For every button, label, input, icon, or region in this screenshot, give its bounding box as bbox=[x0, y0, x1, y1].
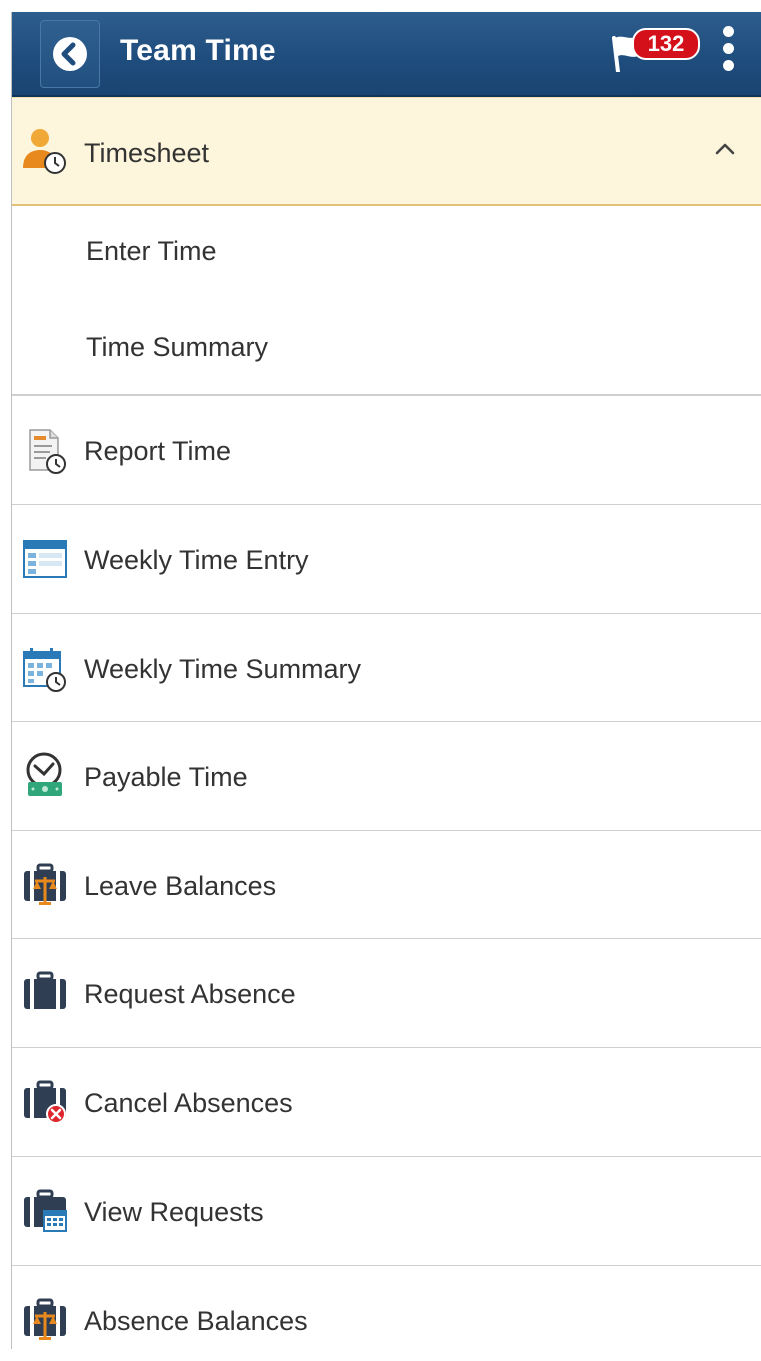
calendar-clock-icon bbox=[20, 644, 70, 694]
briefcase-cancel-icon bbox=[20, 1076, 70, 1126]
chevron-up-icon[interactable] bbox=[712, 138, 738, 158]
menu-item-label: Leave Balances bbox=[84, 871, 277, 901]
back-button[interactable] bbox=[40, 20, 100, 88]
briefcase-icon bbox=[20, 967, 70, 1017]
menu-item-report-time[interactable]: Report Time bbox=[12, 396, 761, 505]
more-options-menu-icon[interactable] bbox=[718, 26, 738, 78]
menu-item-label: View Requests bbox=[84, 1197, 264, 1227]
menu-item-cancel-absences[interactable]: Cancel Absences bbox=[12, 1048, 761, 1157]
header-bar: Team Time 132 bbox=[12, 12, 761, 97]
menu-item-view-requests[interactable]: View Requests bbox=[12, 1157, 761, 1266]
page-title: Team Time bbox=[120, 34, 276, 67]
menu-item-absence-balances[interactable]: Absence Balances bbox=[12, 1266, 761, 1361]
menu-item-payable-time[interactable]: Payable Time bbox=[12, 722, 761, 831]
notification-count-badge: 132 bbox=[632, 28, 700, 60]
submenu-item-label: Time Summary bbox=[86, 332, 269, 362]
menu-item-label: Cancel Absences bbox=[84, 1088, 293, 1118]
submenu-item-label: Enter Time bbox=[86, 236, 217, 266]
back-arrow-icon bbox=[53, 37, 87, 71]
briefcase-calendar-icon bbox=[20, 1185, 70, 1235]
menu-item-weekly-time-entry[interactable]: Weekly Time Entry bbox=[12, 505, 761, 614]
menu-item-weekly-time-summary[interactable]: Weekly Time Summary bbox=[12, 614, 761, 722]
app-frame: Team Time 132 Timesheet Enter Time Time … bbox=[11, 12, 761, 1349]
document-clock-icon bbox=[20, 426, 70, 476]
notifications-button[interactable]: 132 bbox=[608, 28, 700, 72]
menu-item-leave-balances[interactable]: Leave Balances bbox=[12, 831, 761, 939]
menu-item-timesheet[interactable]: Timesheet bbox=[12, 97, 761, 206]
menu-item-request-absence[interactable]: Request Absence bbox=[12, 939, 761, 1048]
menu-item-label: Weekly Time Entry bbox=[84, 545, 309, 575]
submenu-item-time-summary[interactable]: Time Summary bbox=[12, 302, 761, 399]
window-form-icon bbox=[20, 535, 70, 585]
briefcase-scales-icon bbox=[20, 859, 70, 909]
menu-item-label: Absence Balances bbox=[84, 1306, 308, 1336]
menu-item-label: Weekly Time Summary bbox=[84, 654, 362, 684]
person-clock-icon bbox=[20, 126, 70, 176]
menu-item-label: Payable Time bbox=[84, 762, 248, 792]
clock-money-icon bbox=[20, 750, 70, 800]
menu-item-label: Report Time bbox=[84, 436, 232, 466]
briefcase-scales-icon bbox=[20, 1294, 70, 1344]
submenu-item-enter-time[interactable]: Enter Time bbox=[12, 206, 761, 303]
menu-item-label: Timesheet bbox=[84, 138, 210, 168]
menu-item-label: Request Absence bbox=[84, 979, 296, 1009]
